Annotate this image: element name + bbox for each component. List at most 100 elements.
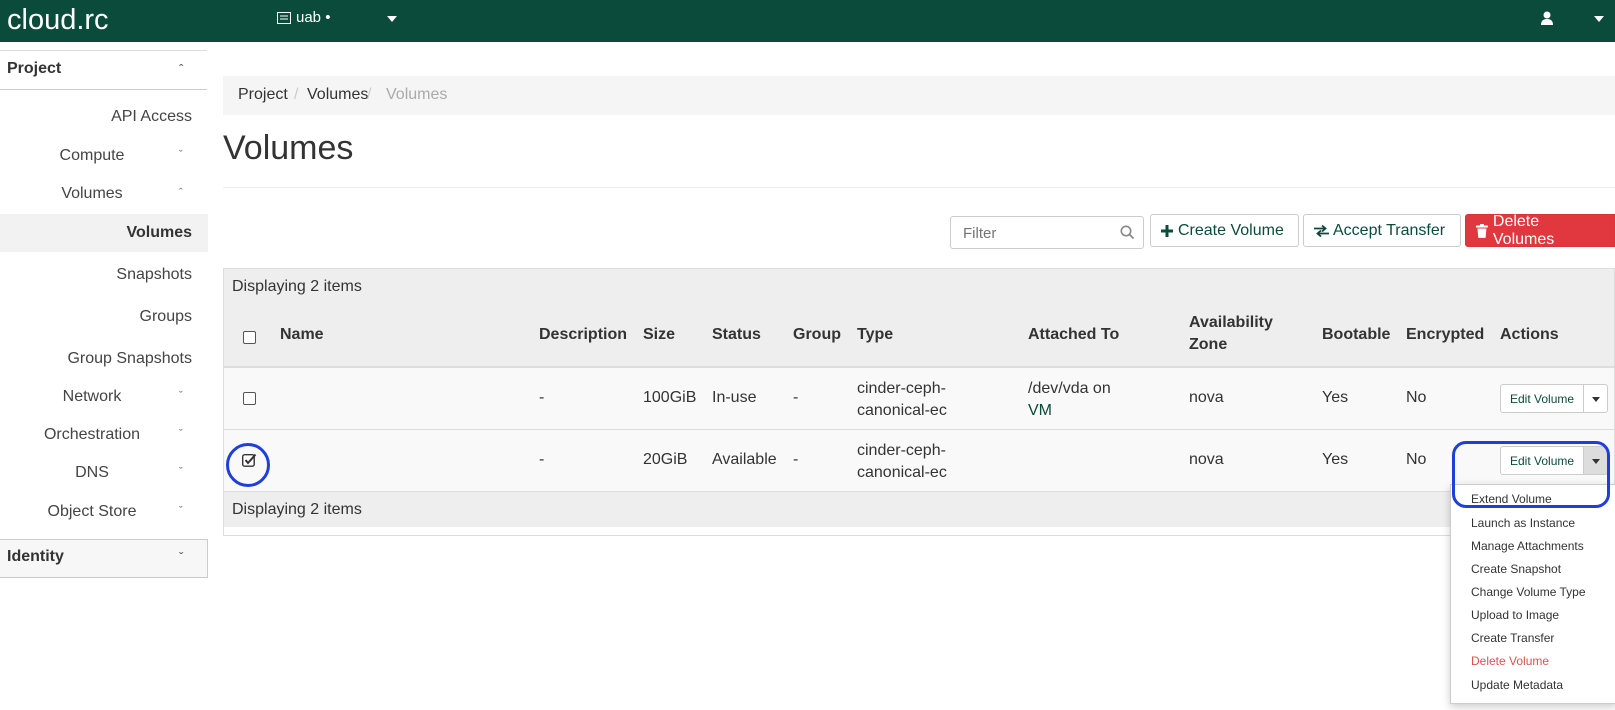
- cell-bootable: Yes: [1322, 389, 1349, 406]
- user-caret-icon[interactable]: [1594, 16, 1604, 22]
- chevron-down-icon: ˇ: [179, 390, 183, 402]
- attached-instance-link[interactable]: VM: [1028, 400, 1111, 422]
- filter-input[interactable]: [961, 224, 1115, 243]
- sidebar-item-orchestration[interactable]: Orchestration ˇ: [0, 416, 208, 456]
- chevron-down-icon: ˇ: [179, 149, 183, 161]
- column-status[interactable]: Status: [712, 326, 761, 344]
- table-summary-bottom: Displaying 2 items: [224, 492, 1614, 527]
- cell-attached-device: /dev/vda on: [1028, 380, 1111, 397]
- chevron-down-icon: ˇ: [179, 428, 183, 440]
- plus-icon: [1161, 224, 1173, 237]
- title-divider: [223, 187, 1615, 188]
- item-count: Displaying 2 items: [232, 501, 362, 518]
- table-row: - 20GiB Available - cinder-ceph- canonic…: [224, 430, 1614, 492]
- menu-item-update-metadata[interactable]: Update Metadata: [1471, 678, 1563, 692]
- menu-item-manage-attachments[interactable]: Manage Attachments: [1471, 539, 1584, 553]
- create-volume-button[interactable]: Create Volume: [1150, 214, 1299, 247]
- chevron-up-icon: ˆ: [179, 62, 183, 76]
- column-label-line: Zone: [1189, 336, 1228, 353]
- project-selector[interactable]: uab •: [277, 9, 330, 26]
- column-label-line: Availability: [1189, 314, 1273, 331]
- cell-bootable: Yes: [1322, 451, 1349, 468]
- cell-type-line: canonical-ec: [857, 402, 947, 419]
- search-icon[interactable]: [1120, 225, 1135, 240]
- breadcrumb-item-project[interactable]: Project: [238, 86, 288, 104]
- cell-description: -: [539, 451, 545, 468]
- column-encrypted[interactable]: Encrypted: [1406, 326, 1484, 344]
- column-bootable[interactable]: Bootable: [1322, 326, 1390, 344]
- sidebar-item-snapshots[interactable]: Snapshots: [0, 256, 208, 294]
- project-list-icon: [277, 11, 291, 24]
- sidebar-item-label: Volumes: [126, 224, 193, 241]
- sidebar-item-group-snapshots[interactable]: Group Snapshots: [0, 340, 208, 378]
- sidebar-item-label: Orchestration: [43, 426, 141, 443]
- sidebar-item-volumes[interactable]: Volumes: [0, 214, 208, 252]
- sidebar-item-api-access[interactable]: API Access: [0, 100, 208, 134]
- filter-field[interactable]: [950, 216, 1144, 249]
- menu-item-create-transfer[interactable]: Create Transfer: [1471, 631, 1554, 645]
- actions-dropdown-toggle[interactable]: [1584, 384, 1609, 413]
- column-group[interactable]: Group: [793, 326, 841, 344]
- sidebar-item-label: DNS: [75, 464, 109, 481]
- project-name: uab •: [296, 9, 331, 26]
- volumes-table: Displaying 2 items Name Description Size…: [223, 268, 1615, 536]
- sidebar-item-groups[interactable]: Groups: [0, 298, 208, 336]
- edit-volume-button[interactable]: Edit Volume: [1500, 384, 1585, 413]
- accept-transfer-button[interactable]: Accept Transfer: [1303, 214, 1461, 247]
- sidebar-item-compute[interactable]: Compute ˇ: [0, 137, 208, 177]
- sidebar-item-label: Object Store: [47, 503, 137, 520]
- page-title: Volumes: [223, 129, 354, 167]
- cell-size: 20GiB: [643, 451, 688, 468]
- cell-type: cinder-ceph- canonical-ec: [857, 440, 947, 484]
- breadcrumb-item-current: Volumes: [386, 86, 448, 103]
- menu-item-upload-to-image[interactable]: Upload to Image: [1471, 608, 1559, 622]
- chevron-down-icon: ˇ: [179, 505, 183, 517]
- sidebar-item-dns[interactable]: DNS ˇ: [0, 454, 208, 494]
- accept-transfer-label: Accept Transfer: [1333, 221, 1446, 239]
- breadcrumb-separator: /: [367, 86, 372, 103]
- edit-volume-label: Edit Volume: [1510, 391, 1575, 406]
- cell-description: -: [539, 389, 545, 406]
- project-caret-icon[interactable]: [387, 16, 397, 22]
- sidebar-item-object-store[interactable]: Object Store ˇ: [0, 493, 208, 533]
- item-count: Displaying 2 items: [232, 278, 362, 295]
- menu-item-change-volume-type[interactable]: Change Volume Type: [1471, 585, 1586, 599]
- sidebar-divider: [0, 50, 207, 51]
- cell-group: -: [793, 389, 799, 406]
- sidebar: Project ˆ API Access Compute ˇ Volumes ˆ…: [0, 42, 208, 578]
- top-navbar: cloud.rc uab •: [0, 0, 1615, 42]
- sidebar-item-volumes-group[interactable]: Volumes ˆ: [0, 175, 208, 215]
- cell-encrypted: No: [1406, 451, 1427, 468]
- delete-volumes-label: Delete Volumes: [1492, 212, 1555, 248]
- sidebar-item-label: Network: [62, 388, 122, 405]
- checkbox-highlight-circle: [226, 443, 270, 487]
- delete-volumes-button[interactable]: Delete Volumes: [1465, 212, 1615, 248]
- menu-item-delete-volume[interactable]: Delete Volume: [1471, 654, 1549, 668]
- actions-highlight-box: [1452, 441, 1610, 508]
- column-description[interactable]: Description: [539, 326, 627, 344]
- menu-item-launch-as-instance[interactable]: Launch as Instance: [1471, 516, 1575, 530]
- create-volume-label: Create Volume: [1178, 221, 1284, 239]
- menu-item-create-snapshot[interactable]: Create Snapshot: [1471, 562, 1561, 576]
- column-type[interactable]: Type: [857, 326, 893, 344]
- column-actions: Actions: [1500, 326, 1559, 343]
- table-row: - 100GiB In-use - cinder-ceph- canonical…: [224, 368, 1614, 430]
- breadcrumb-separator: /: [294, 86, 299, 103]
- sidebar-section-identity[interactable]: Identity ˇ: [0, 539, 208, 578]
- sidebar-item-network[interactable]: Network ˇ: [0, 378, 208, 418]
- user-icon[interactable]: [1540, 11, 1554, 25]
- sidebar-section-project[interactable]: Project ˆ: [0, 52, 207, 90]
- column-size[interactable]: Size: [643, 326, 675, 344]
- column-name[interactable]: Name: [280, 326, 324, 344]
- row-checkbox[interactable]: [243, 392, 256, 405]
- sidebar-item-label: API Access: [111, 108, 192, 125]
- select-all-checkbox[interactable]: [243, 331, 256, 344]
- chevron-down-icon: ˇ: [179, 550, 183, 564]
- column-attached-to[interactable]: Attached To: [1028, 326, 1119, 344]
- column-availability-zone[interactable]: Availability Zone: [1189, 314, 1273, 354]
- table-summary-top: Displaying 2 items: [224, 269, 1614, 304]
- cell-attached-to: /dev/vda on VM: [1028, 378, 1111, 422]
- cell-encrypted: No: [1406, 389, 1427, 406]
- breadcrumb-item-volumes[interactable]: Volumes: [307, 86, 368, 104]
- brand-logo[interactable]: cloud.rc: [7, 2, 109, 38]
